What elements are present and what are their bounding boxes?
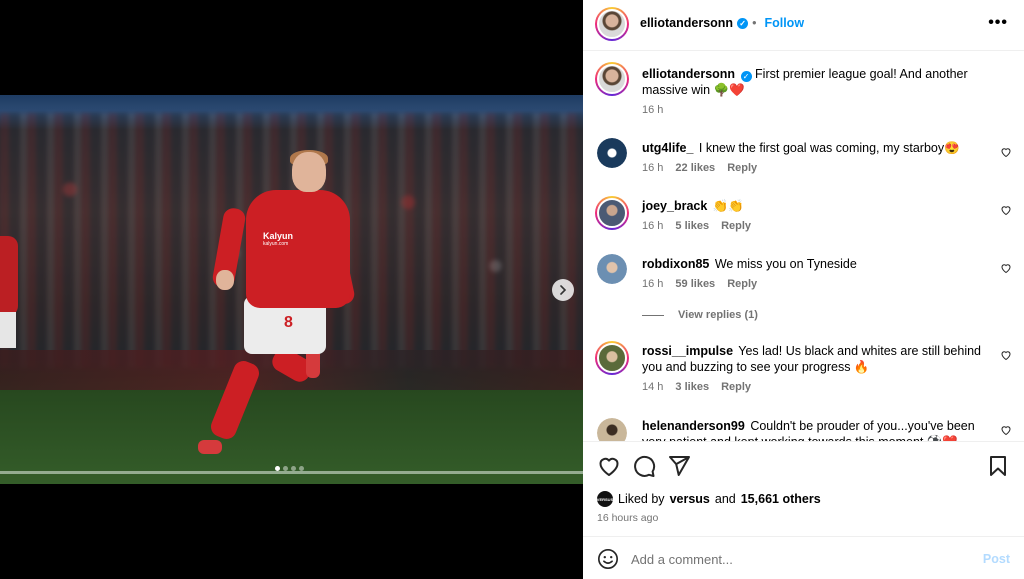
- header-user-line: elliotandersonn ✓ • Follow: [640, 16, 804, 30]
- commenter-avatar[interactable]: [595, 196, 629, 230]
- liked-by-line: VERSUS Liked by versus and 15,661 others: [597, 491, 821, 507]
- shirt-sponsor-url: kalyun.com: [263, 241, 289, 247]
- comment-username[interactable]: utg4life_: [642, 141, 693, 155]
- heart-icon[interactable]: [1000, 424, 1012, 436]
- teammate-figure: [0, 236, 18, 316]
- commenter-avatar[interactable]: [597, 418, 627, 441]
- carousel-next-button[interactable]: [552, 279, 574, 301]
- reply-button[interactable]: Reply: [727, 162, 757, 174]
- chevron-right-icon: [560, 285, 567, 295]
- post-media: 8 Kalyun kalyun.com: [0, 0, 583, 579]
- reply-button[interactable]: Reply: [721, 381, 751, 393]
- comment-username[interactable]: rossi__impulse: [642, 344, 733, 358]
- commenter-avatar[interactable]: [597, 254, 627, 284]
- comment-likes[interactable]: 59 likes: [675, 278, 715, 290]
- reply-button[interactable]: Reply: [721, 220, 751, 232]
- post-timestamp[interactable]: 16 hours ago: [597, 512, 658, 524]
- comment-text: rossi__impulse Yes lad! Us black and whi…: [642, 343, 992, 375]
- comment-text: joey_brack 👏👏: [642, 198, 992, 214]
- comment-time: 16 h: [642, 162, 664, 174]
- player-boot-left: [198, 440, 222, 454]
- comment-username[interactable]: joey_brack: [642, 199, 707, 213]
- comment-text: helenanderson99 Couldn't be prouder of y…: [642, 418, 992, 441]
- separator-dot: •: [752, 16, 757, 30]
- comment-username[interactable]: helenanderson99: [642, 419, 745, 433]
- carousel-dot: [291, 466, 296, 471]
- liked-by-avatar[interactable]: VERSUS: [597, 491, 613, 507]
- comment-bubble-icon[interactable]: [632, 454, 656, 478]
- verified-badge-icon: ✓: [737, 17, 749, 29]
- carousel-indicator: [275, 466, 304, 471]
- comment-body: 👏👏: [712, 199, 744, 213]
- like-heart-icon[interactable]: [597, 454, 621, 478]
- comment-body: We miss you on Tyneside: [714, 257, 857, 271]
- view-replies-label: View replies (1): [678, 309, 758, 321]
- heart-icon[interactable]: [1000, 146, 1012, 158]
- player-fist: [216, 270, 234, 290]
- likes-count[interactable]: 15,661 others: [741, 492, 821, 506]
- add-comment-bar: Post: [583, 536, 1024, 579]
- liked-by-and: and: [714, 492, 736, 506]
- comment-text: utg4life_ I knew the first goal was comi…: [642, 140, 992, 156]
- comment-body: I knew the first goal was coming, my sta…: [698, 141, 960, 155]
- heart-icon[interactable]: [1000, 204, 1012, 216]
- reply-button[interactable]: Reply: [727, 278, 757, 290]
- comment-time: 16 h: [642, 220, 664, 232]
- liked-by-user[interactable]: versus: [670, 492, 710, 506]
- heart-icon[interactable]: [1000, 349, 1012, 361]
- player-head: [292, 152, 326, 192]
- comment-time: 16 h: [642, 278, 664, 290]
- share-send-icon[interactable]: [667, 454, 691, 478]
- caption-avatar[interactable]: [595, 62, 629, 96]
- carousel-dot: [283, 466, 288, 471]
- comment-meta: 16 h 22 likes Reply: [642, 162, 757, 174]
- caption-text: elliotandersonn ✓ First premier league g…: [642, 66, 992, 98]
- comments-list[interactable]: elliotandersonn ✓ First premier league g…: [583, 52, 1024, 441]
- comment-username[interactable]: robdixon85: [642, 257, 709, 271]
- caption-time: 16 h: [642, 104, 664, 116]
- replies-divider: [642, 314, 664, 316]
- comment-meta: 16 h 5 likes Reply: [642, 220, 751, 232]
- teammate-shorts: [0, 312, 16, 348]
- pitch-line: [0, 471, 583, 474]
- emoji-icon[interactable]: [597, 548, 619, 570]
- shirt-number: 8: [284, 314, 293, 331]
- liked-by-prefix: Liked by: [618, 492, 665, 506]
- comment-likes[interactable]: 3 likes: [675, 381, 709, 393]
- view-replies-button[interactable]: View replies (1): [642, 309, 758, 321]
- comment-time: 14 h: [642, 381, 664, 393]
- verified-badge-icon: ✓: [740, 71, 752, 82]
- shirt-sponsor: Kalyun kalyun.com: [263, 231, 323, 247]
- commenter-avatar[interactable]: [597, 138, 627, 168]
- comment-text: robdixon85 We miss you on Tyneside: [642, 256, 992, 272]
- heart-icon[interactable]: [1000, 262, 1012, 274]
- commenter-avatar[interactable]: [595, 341, 629, 375]
- post-comment-button[interactable]: Post: [983, 552, 1010, 566]
- more-options-button[interactable]: •••: [988, 14, 1008, 32]
- post-sidebar: elliotandersonn ✓ • Follow ••• elliotand…: [583, 0, 1024, 579]
- player-shirt: [246, 190, 350, 308]
- comment-likes[interactable]: 5 likes: [675, 220, 709, 232]
- post-actions: VERSUS Liked by versus and 15,661 others…: [583, 441, 1024, 536]
- caption-meta: 16 h: [642, 104, 663, 116]
- ellipsis-icon: •••: [988, 14, 1008, 31]
- post-header: elliotandersonn ✓ • Follow •••: [583, 0, 1024, 51]
- caption-username[interactable]: elliotandersonn: [642, 67, 735, 81]
- carousel-dot: [299, 466, 304, 471]
- comment-meta: 14 h 3 likes Reply: [642, 381, 751, 393]
- carousel-dot: [275, 466, 280, 471]
- comment-meta: 16 h 59 likes Reply: [642, 278, 757, 290]
- comment-likes[interactable]: 22 likes: [675, 162, 715, 174]
- shirt-sponsor-name: Kalyun: [263, 231, 294, 241]
- author-username[interactable]: elliotandersonn: [640, 16, 733, 30]
- follow-button[interactable]: Follow: [764, 16, 804, 30]
- bookmark-icon[interactable]: [986, 454, 1010, 478]
- author-avatar[interactable]: [595, 7, 629, 41]
- comment-input[interactable]: [631, 545, 961, 573]
